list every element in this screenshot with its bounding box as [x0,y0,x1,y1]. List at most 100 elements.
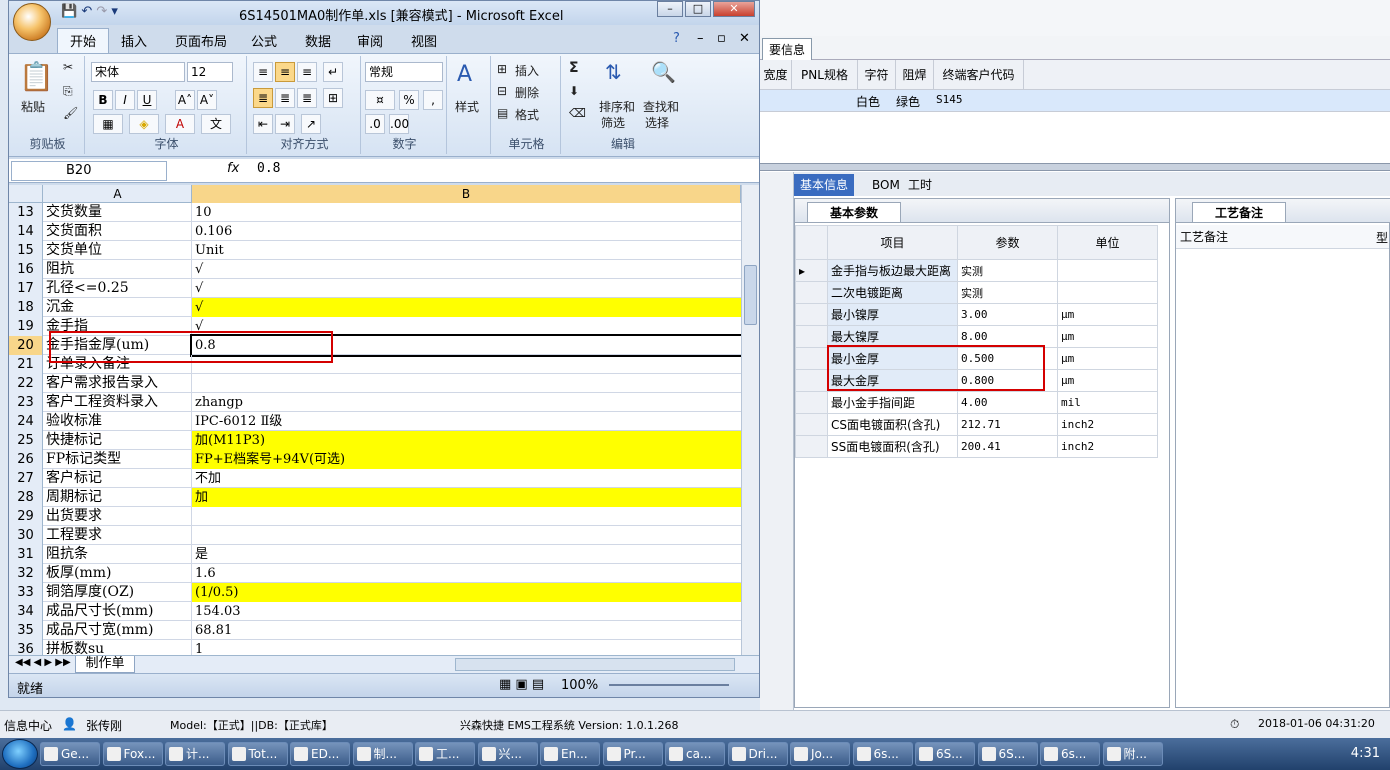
table-row[interactable]: 17 孔径<=0.25 √ [9,279,741,298]
cell-b[interactable]: 0.106 [192,222,741,241]
row-number[interactable]: 36 [9,640,43,655]
font-size-select[interactable]: 12 [187,62,233,82]
taskbar-item[interactable]: ca... [665,742,725,766]
cell-b[interactable]: √ [192,279,741,298]
row-number[interactable]: 18 [9,298,43,317]
increase-font-icon[interactable]: A˄ [175,90,195,110]
cell-a[interactable]: 成品尺寸宽(mm) [44,621,192,640]
delete-cells-button[interactable]: 删除 [515,84,539,101]
borders-icon[interactable]: ▦ [93,114,123,134]
merge-center-icon[interactable]: ⊞ [323,88,343,108]
cell-a[interactable]: 阻抗 [44,260,192,279]
header-item[interactable]: 项目 [827,225,958,260]
autosum-button[interactable]: Σ [569,60,579,76]
table-row[interactable]: 16 阻抗 √ [9,260,741,279]
table-row[interactable]: 15 交货单位 Unit [9,241,741,260]
row-number[interactable]: 23 [9,393,43,412]
table-row[interactable]: 35 成品尺寸宽(mm) 68.81 [9,621,741,640]
param-value[interactable]: 212.71 [957,413,1058,436]
redo-icon[interactable]: ↷ [96,4,107,19]
insert-cells-icon[interactable]: ⊞ [497,62,507,76]
table-row[interactable]: 32 板厚(mm) 1.6 [9,564,741,583]
format-cells-button[interactable]: 格式 [515,106,539,123]
insert-cells-button[interactable]: 插入 [515,62,539,79]
cell-a[interactable]: 成品尺寸长(mm) [44,602,192,621]
taskbar-item[interactable]: 兴... [477,742,538,766]
table-row[interactable]: 27 客户标记 不加 [9,469,741,488]
worksheet-grid[interactable]: 13 交货数量 10 14 交货面积 0.106 15 交货单位 Unit 16 阻抗 √ 17 孔径<=… [9,203,741,655]
tab-page-layout[interactable]: 页面布局 [175,31,227,50]
cell-a[interactable]: 拼板数su [44,640,192,655]
taskbar-item[interactable]: 6s... [852,742,913,766]
table-row[interactable]: 14 交货面积 0.106 [9,222,741,241]
sheet-tab-zhizuodan[interactable]: 制作单 [75,656,135,673]
cell-b[interactable] [192,526,741,545]
param-value[interactable]: 200.41 [957,435,1058,458]
cell-a[interactable]: 铜箔厚度(OZ) [44,583,192,602]
row-number[interactable]: 17 [9,279,43,298]
orientation-icon[interactable]: ↗ [301,114,321,134]
row-number[interactable]: 15 [9,241,43,260]
row-number[interactable]: 29 [9,507,43,526]
cell-b[interactable]: (1/0.5) [192,583,741,602]
taskbar-item[interactable]: En... [540,742,600,766]
table-row[interactable]: ▸ 金手指与板边最大距离 实测 [795,259,1158,282]
row-number[interactable]: 26 [9,450,43,469]
taskbar-item[interactable]: Ge... [40,742,100,766]
copy-icon[interactable]: ⎘ [63,84,73,99]
cell-b[interactable]: 加(M11P3) [192,431,741,450]
taskbar-item[interactable]: Pr... [602,742,663,766]
row-number[interactable]: 24 [9,412,43,431]
increase-decimal-icon[interactable]: .0 [365,114,385,134]
cell-b[interactable]: Unit [192,241,741,260]
cell-a[interactable]: 客户标记 [44,469,192,488]
cell-b[interactable]: 10 [192,203,741,222]
align-right-icon[interactable]: ≣ [297,88,317,108]
table-row[interactable]: 22 客户需求报告录入 [9,374,741,393]
tab-review[interactable]: 审阅 [357,31,383,50]
cell-b[interactable]: FP+E档案号+94V(可选) [192,450,741,469]
taskbar-item[interactable]: 6S... [915,742,975,766]
formula-input[interactable]: 0.8 [257,161,280,176]
table-row[interactable]: 13 交货数量 10 [9,203,741,222]
ems-selected-row[interactable]: 白色 绿色 S145 [760,90,1390,112]
cut-icon[interactable]: ✂ [63,60,73,74]
param-value[interactable]: 实测 [957,281,1058,304]
underline-button[interactable]: U [137,90,157,110]
row-number[interactable]: 27 [9,469,43,488]
cell-b[interactable] [192,374,741,393]
close-button[interactable]: ✕ [713,1,755,17]
col-width[interactable]: 宽度 [760,60,792,90]
bold-button[interactable]: B [93,90,113,110]
paste-button[interactable]: 粘贴 [21,98,45,115]
font-color-icon[interactable]: A [165,114,195,134]
view-mode-icons[interactable]: ▦ ▣ ▤ [499,677,544,692]
tab-home[interactable]: 开始 [57,28,110,54]
paste-icon[interactable]: 📋 [19,60,54,93]
taskbar-item[interactable]: 6S... [977,742,1038,766]
cell-b[interactable]: 1.6 [192,564,741,583]
align-left-icon[interactable]: ≣ [253,88,273,108]
filter-label[interactable]: 筛选 [601,114,625,131]
row-number[interactable]: 31 [9,545,43,564]
cell-a[interactable]: 工程要求 [44,526,192,545]
splitter[interactable] [760,163,1390,171]
align-center-icon[interactable]: ≣ [275,88,295,108]
vertical-scrollbar[interactable] [741,185,759,655]
tab-basic-info[interactable]: 基本信息 [794,174,855,196]
workbook-close-icon[interactable]: ✕ [739,31,750,46]
styles-icon[interactable]: A [457,62,472,87]
decrease-font-icon[interactable]: A˅ [197,90,217,110]
fx-icon[interactable]: fx [227,161,239,176]
cell-a[interactable]: 交货单位 [44,241,192,260]
cell-a[interactable]: 周期标记 [44,488,192,507]
basic-params-title[interactable]: 基本参数 [807,202,902,222]
taskbar-item[interactable]: 6s... [1040,742,1100,766]
table-row[interactable]: CS面电镀面积(含孔) 212.71 inch2 [795,413,1158,436]
clear-icon[interactable]: ⌫ [569,106,586,120]
row-number[interactable]: 28 [9,488,43,507]
tab-insert[interactable]: 插入 [121,31,147,50]
header-value[interactable]: 参数 [957,225,1058,260]
table-row[interactable]: SS面电镀面积(含孔) 200.41 inch2 [795,435,1158,458]
row-number[interactable]: 32 [9,564,43,583]
